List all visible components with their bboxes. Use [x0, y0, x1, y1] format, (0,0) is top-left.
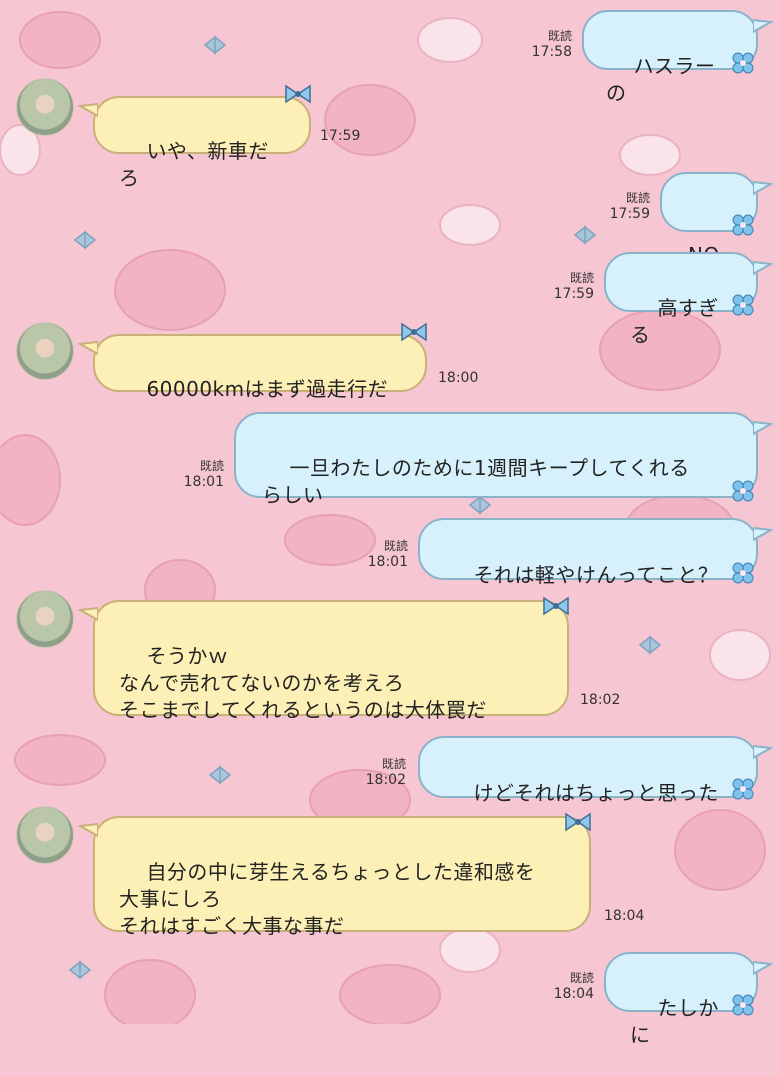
- timestamp: 17:58: [531, 44, 572, 60]
- read-receipt: 既読: [547, 29, 572, 43]
- timestamp: 17:59: [609, 206, 650, 222]
- bubble-tail: [78, 340, 98, 356]
- message-text: 60000kmはまず過走行だ: [146, 377, 389, 401]
- message-meta: 既読 18:01: [152, 458, 224, 490]
- message-meta: 既読 18:04: [522, 970, 594, 1002]
- message-meta: 既読 18:02: [334, 756, 406, 788]
- message-meta: 18:00: [438, 370, 498, 386]
- timestamp: 17:59: [320, 128, 361, 144]
- bubble-tail: [753, 526, 773, 542]
- blue-flower-icon: [732, 994, 754, 1016]
- read-receipt: 既読: [569, 271, 594, 285]
- timestamp: 18:01: [367, 554, 408, 570]
- message-bubble[interactable]: そうかｗ なんで売れてないのかを考えろ そこまでしてくれるというのは大体罠だ: [93, 600, 569, 722]
- message-text: そうかｗ なんで売れてないのかを考えろ そこまでしてくれるというのは大体罠だ: [119, 644, 487, 722]
- bubble-tail: [753, 180, 773, 196]
- timestamp: 18:01: [183, 474, 224, 490]
- timestamp: 18:04: [604, 908, 645, 924]
- bubble-tail: [753, 18, 773, 34]
- timestamp: 18:02: [365, 772, 406, 788]
- bubble-tail: [78, 102, 98, 118]
- message-bubble[interactable]: いや、新車だろ: [93, 96, 311, 190]
- bubble-tail: [753, 260, 773, 276]
- blue-flower-icon: [732, 52, 754, 74]
- message-text: 自分の中に芽生えるちょっとした違和感を 大事にしろ それはすごく大事な事だ: [119, 860, 536, 938]
- bubble-tail: [753, 420, 773, 436]
- contact-avatar[interactable]: [16, 590, 74, 648]
- read-receipt: 既読: [383, 539, 408, 553]
- message-bubble[interactable]: けどそれはちょっと思った: [418, 736, 758, 805]
- timestamp: 17:59: [553, 286, 594, 302]
- contact-avatar[interactable]: [16, 78, 74, 136]
- bubble-tail: [78, 606, 98, 622]
- contact-avatar[interactable]: [16, 322, 74, 380]
- message-bubble[interactable]: 60000kmはまず過走行だ: [93, 334, 427, 401]
- blue-ribbon-bow-icon: [401, 322, 427, 342]
- read-receipt: 既読: [569, 971, 594, 985]
- blue-flower-icon: [732, 294, 754, 316]
- bubble-tail: [78, 822, 98, 838]
- bubble-tail: [753, 744, 773, 760]
- timestamp: 18:00: [438, 370, 479, 386]
- message-meta: 既読 17:58: [500, 28, 572, 60]
- message-text: それは軽やけんってこと？: [473, 563, 719, 587]
- message-meta: 既読 18:01: [336, 538, 408, 570]
- message-bubble[interactable]: 一旦わたしのために1週間キープしてくれる らしい: [234, 412, 758, 507]
- message-meta: 18:04: [604, 908, 664, 924]
- blue-flower-icon: [732, 778, 754, 800]
- blue-ribbon-bow-icon: [565, 812, 591, 832]
- blue-flower-icon: [732, 214, 754, 236]
- message-meta: 既読 17:59: [522, 270, 594, 302]
- blue-ribbon-bow-icon: [543, 596, 569, 616]
- contact-avatar[interactable]: [16, 806, 74, 864]
- timestamp: 18:04: [553, 986, 594, 1002]
- read-receipt: 既読: [199, 459, 224, 473]
- message-bubble[interactable]: 自分の中に芽生えるちょっとした違和感を 大事にしろ それはすごく大事な事だ: [93, 816, 591, 938]
- blue-ribbon-bow-icon: [285, 84, 311, 104]
- read-receipt: 既読: [625, 191, 650, 205]
- blue-flower-icon: [732, 480, 754, 502]
- blue-flower-icon: [732, 562, 754, 584]
- read-receipt: 既読: [381, 757, 406, 771]
- message-meta: 17:59: [320, 128, 380, 144]
- message-text: たしかに: [630, 996, 719, 1047]
- message-bubble[interactable]: それは軽やけんってこと？: [418, 518, 758, 587]
- message-text: けどそれはちょっと思った: [473, 781, 719, 805]
- bubble-tail: [753, 960, 773, 976]
- message-meta: 18:02: [580, 692, 640, 708]
- timestamp: 18:02: [580, 692, 621, 708]
- message-meta: 既読 17:59: [578, 190, 650, 222]
